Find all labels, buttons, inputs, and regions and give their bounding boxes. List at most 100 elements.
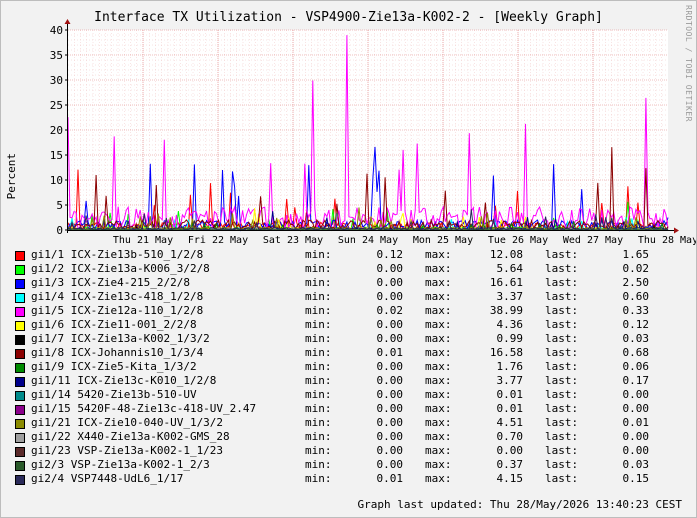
legend-min-label: min: — [305, 262, 332, 275]
legend-swatch — [15, 363, 25, 373]
legend-min-label: min: — [305, 332, 332, 345]
legend-max-value: 0.70 — [496, 430, 524, 443]
legend-last-label: last: — [545, 374, 579, 387]
legend-min-label: min: — [305, 346, 332, 359]
legend-max-value: 4.51 — [496, 416, 524, 429]
plot-area: 0 5 10 15 20 25 30 35 40 Thu 21 May Fri 22 May Sat … — [50, 19, 696, 246]
y-tick-label: 20 — [50, 124, 63, 137]
legend-last-value: 0.00 — [622, 444, 650, 457]
legend-max-label: max: — [425, 332, 452, 345]
legend-min-label: min: — [305, 388, 332, 401]
legend-series-name: gi1/3 ICX-Zie4-215_2/2/8 — [31, 276, 190, 289]
legend-min-value: 0.12 — [376, 248, 404, 261]
x-tick-label: Sat 23 May — [263, 235, 323, 246]
legend-last-label: last: — [545, 402, 579, 415]
legend-max-label: max: — [425, 430, 452, 443]
legend-max-label: max: — [425, 374, 452, 387]
legend-max-label: max: — [425, 346, 452, 359]
legend-last-label: last: — [545, 318, 579, 331]
legend-max-label: max: — [425, 444, 452, 457]
legend-min-value: 0.00 — [376, 290, 404, 303]
legend-max-value: 5.64 — [496, 262, 524, 275]
legend-min-value: 0.00 — [376, 332, 404, 345]
legend-series-name: gi1/1 ICX-Zie13b-510_1/2/8 — [31, 248, 204, 261]
y-tick-label: 15 — [50, 149, 63, 162]
legend-last-label: last: — [545, 276, 579, 289]
legend-last-label: last: — [545, 346, 579, 359]
legend-max-value: 38.99 — [489, 304, 523, 317]
legend-last-label: last: — [545, 262, 579, 275]
legend-series-name: gi1/8 ICX-Johannis10_1/3/4 — [31, 346, 204, 359]
legend-min-value: 0.00 — [376, 402, 404, 415]
legend-series-name: gi1/4 ICX-Zie13c-418_1/2/8 — [31, 290, 204, 303]
legend-swatch — [15, 279, 25, 289]
legend-series-name: gi1/9 ICX-Zie5-Kita_1/3/2 — [31, 360, 197, 373]
legend-last-value: 2.50 — [622, 276, 650, 289]
legend-max-value: 16.58 — [489, 346, 523, 359]
legend-swatch — [15, 377, 25, 387]
legend-swatch — [15, 391, 25, 401]
legend-last-label: last: — [545, 444, 579, 457]
legend-max-label: max: — [425, 276, 452, 289]
legend-last-label: last: — [545, 472, 579, 485]
legend-last-value: 0.15 — [622, 472, 650, 485]
legend-min-label: min: — [305, 444, 332, 457]
legend-max-value: 0.01 — [496, 402, 524, 415]
legend-max-value: 16.61 — [489, 276, 523, 289]
legend-max-value: 0.37 — [496, 458, 524, 471]
legend-series-name: gi1/14 5420-Zie13b-510-UV — [31, 388, 197, 401]
legend-min-label: min: — [305, 276, 332, 289]
x-tick-label: Sun 24 May — [338, 235, 398, 246]
legend-max-label: max: — [425, 402, 452, 415]
legend-last-value: 0.60 — [622, 290, 650, 303]
legend-max-value: 4.36 — [496, 318, 524, 331]
legend-swatch — [15, 251, 25, 261]
legend-min-value: 0.00 — [376, 444, 404, 457]
y-tick-label: 5 — [56, 199, 63, 212]
legend-last-label: last: — [545, 304, 579, 317]
legend-series-name: gi1/21 ICX-Zie10-040-UV_1/3/2 — [31, 416, 224, 429]
y-tick-label: 35 — [50, 49, 63, 62]
legend-last-value: 0.06 — [622, 360, 650, 373]
y-tick-label: 10 — [50, 174, 63, 187]
x-tick-label: Wed 27 May — [563, 235, 623, 246]
legend-min-label: min: — [305, 402, 332, 415]
legend-series-name: gi1/6 ICX-Zie11-001_2/2/8 — [31, 318, 197, 331]
graph-frame: Interface TX Utilization - VSP4900-Zie13… — [0, 0, 697, 518]
legend-min-label: min: — [305, 374, 332, 387]
legend-swatch — [15, 419, 25, 429]
x-axis-arrow — [674, 227, 679, 234]
legend-swatch — [15, 321, 25, 331]
legend-max-value: 3.77 — [496, 374, 524, 387]
legend-min-value: 0.00 — [376, 318, 404, 331]
legend-series-name: gi1/11 ICX-Zie13c-K010_1/2/8 — [31, 374, 217, 387]
legend-swatch — [15, 349, 25, 359]
x-tick-label: Fri 22 May — [188, 235, 248, 246]
x-tick-label: Mon 25 May — [413, 235, 473, 246]
legend-max-label: max: — [425, 262, 452, 275]
legend-swatch — [15, 433, 25, 443]
legend-series-name: gi2/3 VSP-Zie13a-K002-1_2/3 — [31, 458, 210, 471]
legend-min-value: 0.00 — [376, 360, 404, 373]
legend-min-label: min: — [305, 318, 332, 331]
legend-min-value: 0.00 — [376, 388, 404, 401]
legend-min-label: min: — [305, 472, 332, 485]
legend-min-label: min: — [305, 248, 332, 261]
legend-last-label: last: — [545, 388, 579, 401]
y-tick-label: 0 — [56, 224, 63, 237]
legend-max-label: max: — [425, 416, 452, 429]
legend-max-value: 4.15 — [496, 472, 524, 485]
legend-max-value: 0.01 — [496, 388, 524, 401]
legend-min-value: 0.00 — [376, 262, 404, 275]
legend-max-label: max: — [425, 458, 452, 471]
legend-min-label: min: — [305, 416, 332, 429]
y-axis-arrow — [64, 19, 71, 24]
legend-max-label: max: — [425, 290, 452, 303]
legend-swatch — [15, 293, 25, 303]
legend-last-value: 0.00 — [622, 430, 650, 443]
legend-max-label: max: — [425, 318, 452, 331]
legend-last-value: 0.33 — [622, 304, 650, 317]
x-tick-label: Thu 21 May — [113, 235, 173, 246]
legend-last-value: 0.12 — [622, 318, 650, 331]
legend-last-value: 0.03 — [622, 458, 650, 471]
